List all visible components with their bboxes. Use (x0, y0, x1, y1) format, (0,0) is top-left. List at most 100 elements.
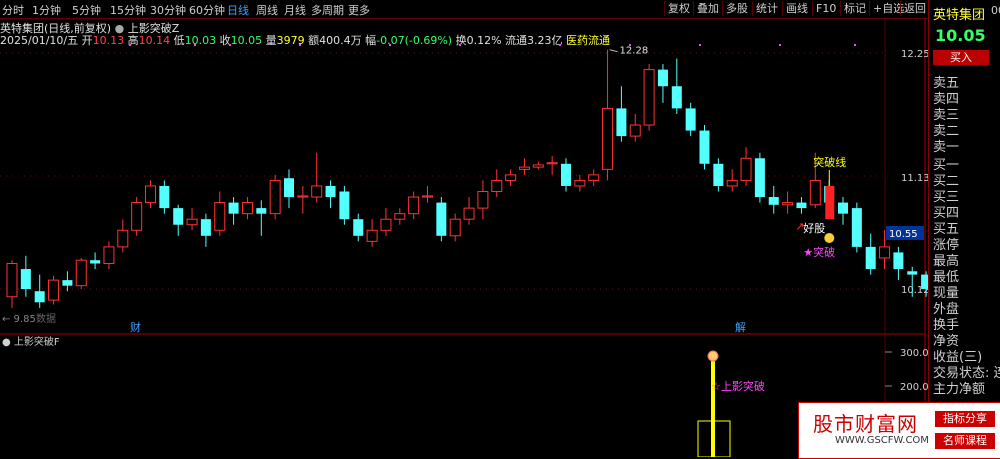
candle-body-56 (782, 202, 794, 206)
sub-panel-title: ● 上影突破F (2, 335, 60, 348)
event-cai-label: 财 (130, 320, 141, 334)
candle-body-29 (408, 196, 420, 215)
candle-body-62 (865, 246, 876, 270)
candle-body-36 (505, 174, 517, 181)
candle-body-2 (34, 291, 45, 303)
star-breakout-label: ★突破 (803, 245, 835, 259)
candle-body-17 (241, 202, 253, 215)
top-marker-5 (459, 44, 461, 46)
candle-body-23 (325, 185, 336, 198)
current-price-label: 10.55 (889, 229, 918, 240)
top-marker-2 (229, 44, 231, 46)
quote-row-4: 卖一 (933, 140, 960, 155)
watermark-title: 股市财富网 (813, 412, 918, 436)
candle-body-43 (602, 107, 614, 170)
candle-body-45 (629, 124, 641, 137)
stock-code: 00 (991, 4, 1000, 17)
watermark-url: WWW.GSCFW.COM (835, 435, 929, 446)
candle-body-58 (809, 179, 821, 206)
buy-button[interactable]: 买入 (933, 50, 989, 65)
candle-body-37 (518, 166, 530, 170)
quote-panel: 英特集团 00 10.05 买入 卖五卖四卖三卖二卖一买一买二买三买四买五涨停最… (928, 0, 1000, 457)
candle-body-57 (796, 202, 807, 209)
peak-pointer (609, 49, 618, 53)
candle-body-55 (768, 197, 779, 205)
last-price: 10.05 (935, 26, 986, 45)
candle-body-30 (422, 195, 433, 198)
candlestick-chart[interactable]: 12.2511.1310.1210.5512.28突破线好股↗★突破财 解← 9.… (0, 0, 1000, 457)
candle-body-6 (90, 260, 101, 264)
candle-body-28 (394, 213, 406, 220)
candle-body-42 (588, 174, 600, 181)
top-marker-0 (129, 44, 131, 46)
peak-label: 12.28 (620, 46, 649, 57)
signal-top-dot (707, 350, 719, 362)
candle-body-27 (380, 218, 392, 231)
candle-body-15 (214, 202, 226, 231)
candle-body-61 (851, 208, 862, 247)
candle-body-7 (103, 246, 115, 265)
candle-body-49 (685, 108, 696, 131)
candle-body-50 (699, 130, 710, 164)
candle-body-12 (173, 208, 184, 225)
candle-body-39 (546, 162, 558, 165)
price-tick-label-0: 12.25 (901, 49, 930, 60)
breakout-candle-highlight (825, 186, 835, 219)
top-marker-3 (299, 44, 301, 46)
candle-body-4 (62, 280, 73, 286)
candle-body-31 (436, 202, 447, 236)
candle-body-3 (48, 279, 60, 301)
candle-body-20 (284, 178, 294, 198)
candle-body-63 (879, 246, 891, 259)
event-jie-label: 解 (735, 320, 746, 334)
no-data-label: 数据 (36, 312, 56, 325)
signal-bar (711, 356, 715, 457)
candle-body-11 (159, 185, 170, 209)
candle-body-21 (297, 195, 309, 198)
candle-body-18 (256, 208, 267, 214)
min-price-label: ← 9.85 (2, 314, 36, 325)
quote-row-19: 主力净额 (933, 382, 986, 397)
buy-signal-label: 好股 (803, 221, 825, 235)
candle-body-9 (131, 202, 143, 231)
candle-body-22 (311, 185, 323, 198)
candle-body-26 (366, 229, 378, 242)
watermark-tag-course[interactable]: 名师课程 (935, 433, 995, 449)
candle-body-5 (75, 259, 87, 287)
breakout-line-label: 突破线 (813, 155, 846, 169)
coin-icon (824, 233, 835, 243)
candle-body-64 (893, 252, 904, 270)
candle-body-16 (228, 202, 239, 214)
stock-name: 英特集团 (933, 8, 986, 23)
indicator-tick-200: 200.0 (900, 382, 929, 393)
candle-body-24 (339, 191, 350, 220)
watermark-banner: 股市财富网 WWW.GSCFW.COM 指标分享 名师课程 (798, 402, 1000, 459)
top-marker-6 (559, 44, 561, 46)
candle-body-1 (20, 269, 31, 289)
top-marker-10 (854, 44, 856, 46)
candle-body-19 (269, 179, 281, 215)
candle-body-65 (907, 271, 918, 275)
candle-body-35 (491, 179, 503, 192)
candle-body-10 (145, 185, 156, 204)
candle-body-53 (740, 157, 752, 181)
candle-body-46 (643, 69, 655, 126)
top-marker-9 (779, 44, 781, 46)
candle-body-14 (200, 219, 211, 236)
indicator-tick-300: 300.0 (900, 348, 929, 359)
candle-body-44 (616, 108, 627, 137)
candle-body-60 (838, 202, 848, 214)
candle-body-52 (726, 179, 738, 187)
price-tick-label-1: 11.13 (901, 173, 930, 184)
candle-body-38 (532, 164, 544, 168)
top-marker-4 (389, 44, 391, 46)
watermark-tag-share[interactable]: 指标分享 (935, 411, 995, 427)
candle-body-34 (477, 190, 489, 209)
signal-label: ☆上影突破 (711, 379, 765, 393)
candle-body-0 (6, 263, 18, 298)
candle-body-51 (713, 163, 724, 186)
candle-body-47 (657, 69, 668, 87)
candle-body-13 (186, 218, 198, 226)
top-marker-8 (699, 44, 701, 46)
candle-body-40 (561, 163, 571, 186)
